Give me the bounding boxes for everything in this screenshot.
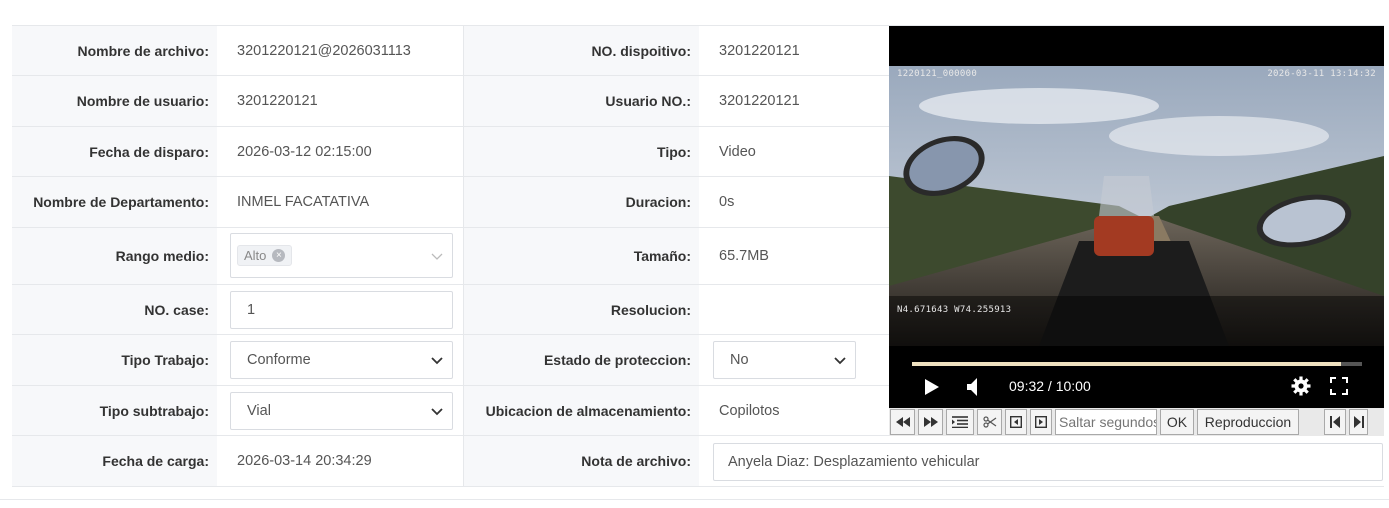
video-progress-fill xyxy=(912,362,1341,366)
range-tag: Alto × xyxy=(237,245,293,266)
fullscreen-icon[interactable] xyxy=(1330,377,1348,398)
osd-device-id: 1220121_000000 xyxy=(897,69,978,79)
file-note-label: Nota de archivo: xyxy=(464,436,699,486)
device-no-value: 3201220121 xyxy=(699,26,889,75)
playback-button[interactable]: Reproduccion xyxy=(1197,409,1299,435)
subwork-type-label: Tipo subtrabajo: xyxy=(12,386,217,435)
work-type-value: Conforme xyxy=(247,352,311,368)
divider xyxy=(0,499,1389,500)
fast-forward-icon[interactable] xyxy=(918,409,943,435)
chevron-down-icon xyxy=(825,352,855,368)
list-icon[interactable] xyxy=(946,409,974,435)
video-frame xyxy=(889,66,1384,346)
range-tag-label: Alto xyxy=(244,248,267,263)
close-icon[interactable]: × xyxy=(272,249,286,262)
video-player[interactable]: 1220121_000000 2026-03-11 13:14:32 N4.67… xyxy=(889,26,1384,409)
range-label: Rango medio: xyxy=(12,228,217,284)
case-no-label: NO. case: xyxy=(12,285,217,334)
type-value: Video xyxy=(699,127,889,176)
seek-seconds-input[interactable] xyxy=(1055,409,1157,435)
filename-label: Nombre de archivo: xyxy=(12,26,217,75)
case-no-input-value: 1 xyxy=(247,302,256,318)
case-no-input[interactable]: 1 xyxy=(230,291,453,329)
frame-forward-icon[interactable] xyxy=(1030,409,1052,435)
skip-start-icon[interactable] xyxy=(1324,409,1346,435)
work-type-label: Tipo Trabajo: xyxy=(12,335,217,385)
department-value: INMEL FACATATIVA xyxy=(217,177,464,227)
work-type-select[interactable]: Conforme xyxy=(230,341,453,379)
username-label: Nombre de usuario: xyxy=(12,76,217,126)
duration-value: 0s xyxy=(699,177,889,227)
size-label: Tamaño: xyxy=(464,228,699,284)
chevron-down-icon xyxy=(422,248,452,264)
username-value: 3201220121 xyxy=(217,76,464,126)
protection-value: No xyxy=(730,352,749,368)
rewind-icon[interactable] xyxy=(890,409,915,435)
chevron-down-icon xyxy=(422,403,452,419)
shot-date-label: Fecha de disparo: xyxy=(12,127,217,176)
protection-label: Estado de proteccion: xyxy=(464,335,699,385)
subwork-type-select[interactable]: Vial xyxy=(230,392,453,430)
user-no-value: 3201220121 xyxy=(699,76,889,126)
upload-date-label: Fecha de carga: xyxy=(12,436,217,486)
skip-end-icon[interactable] xyxy=(1349,409,1368,435)
user-no-label: Usuario NO.: xyxy=(464,76,699,126)
size-value: 65.7MB xyxy=(699,228,889,284)
ok-button[interactable]: OK xyxy=(1160,409,1194,435)
video-time: 09:32 / 10:00 xyxy=(1009,378,1091,394)
scissors-icon[interactable] xyxy=(977,409,1002,435)
storage-value: Copilotos xyxy=(699,386,889,435)
resolution-value xyxy=(699,285,889,334)
type-label: Tipo: xyxy=(464,127,699,176)
video-progress-bar[interactable] xyxy=(912,362,1362,366)
shot-date-value: 2026-03-12 02:15:00 xyxy=(217,127,464,176)
file-note-input[interactable]: Anyela Diaz: Desplazamiento vehicular xyxy=(713,443,1383,481)
resolution-label: Resolucion: xyxy=(464,285,699,334)
osd-gps: N4.671643 W74.255913 xyxy=(897,305,1012,315)
storage-label: Ubicacion de almacenamiento: xyxy=(464,386,699,435)
chevron-down-icon xyxy=(422,352,452,368)
play-icon[interactable] xyxy=(924,378,940,399)
video-toolbar: OK Reproduccion xyxy=(889,408,1384,436)
upload-date-value: 2026-03-14 20:34:29 xyxy=(217,436,464,486)
protection-select[interactable]: No xyxy=(713,341,856,379)
volume-icon[interactable] xyxy=(965,377,981,400)
filename-value: 3201220121@2026031113 xyxy=(217,26,464,75)
department-label: Nombre de Departamento: xyxy=(12,177,217,227)
duration-label: Duracion: xyxy=(464,177,699,227)
frame-back-icon[interactable] xyxy=(1005,409,1027,435)
file-note-value: Anyela Diaz: Desplazamiento vehicular xyxy=(728,454,980,470)
range-multiselect[interactable]: Alto × xyxy=(230,233,453,278)
device-no-label: NO. dispoitivo: xyxy=(464,26,699,75)
osd-datetime: 2026-03-11 13:14:32 xyxy=(1267,69,1376,79)
gear-icon[interactable] xyxy=(1291,376,1311,399)
subwork-type-value: Vial xyxy=(247,403,271,419)
